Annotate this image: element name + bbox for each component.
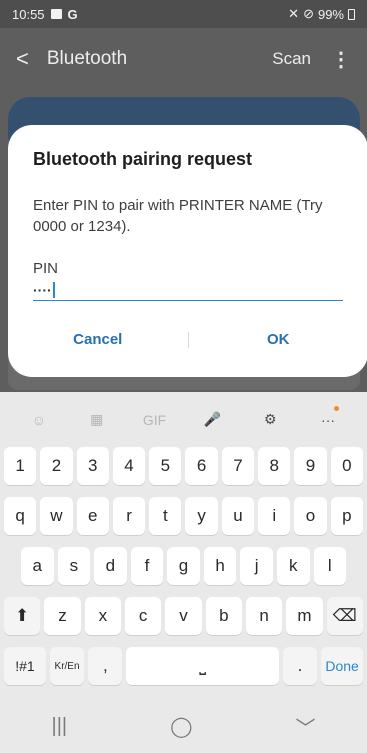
key-y[interactable]: y xyxy=(185,497,218,535)
ok-button[interactable]: OK xyxy=(189,325,367,354)
dialog-message: Enter PIN to pair with PRINTER NAME (Try… xyxy=(33,197,323,235)
emoji-icon[interactable]: ☺ xyxy=(24,412,54,428)
key-8[interactable]: 8 xyxy=(258,447,291,485)
pairing-dialog: Bluetooth pairing request Enter PIN to p… xyxy=(8,125,367,377)
home-icon[interactable]: ◯ xyxy=(170,714,192,739)
more-options-icon[interactable]: ⋮ xyxy=(331,47,351,72)
shift-key[interactable]: ⬆ xyxy=(4,597,41,635)
letter-row-3: ⬆ z x c v b n m ⌫ xyxy=(0,597,367,635)
comma-key[interactable]: , xyxy=(88,647,123,685)
page-title: Bluetooth xyxy=(46,48,128,69)
letter-row-2: a s d f g h j k l xyxy=(0,547,367,585)
key-9[interactable]: 9 xyxy=(294,447,327,485)
key-m[interactable]: m xyxy=(286,597,323,635)
key-0[interactable]: 0 xyxy=(330,447,363,485)
key-o[interactable]: o xyxy=(294,497,327,535)
key-r[interactable]: r xyxy=(112,497,146,535)
gallery-icon xyxy=(50,9,62,19)
key-h[interactable]: h xyxy=(203,547,237,585)
keyboard: ☺ ▦ GIF 🎤 ⚙ ··· 1 2 3 4 5 6 7 8 9 0 q w … xyxy=(0,392,367,753)
battery-percent: 99% xyxy=(317,6,344,22)
key-c[interactable]: c xyxy=(124,597,162,635)
navigation-bar: ||| ◯ ﹀ xyxy=(0,699,367,753)
key-k[interactable]: k xyxy=(276,547,310,585)
key-b[interactable]: b xyxy=(205,597,242,635)
key-6[interactable]: 6 xyxy=(185,447,218,485)
google-icon: G xyxy=(67,6,78,22)
key-j[interactable]: j xyxy=(240,547,273,585)
key-e[interactable]: e xyxy=(76,497,109,535)
symbols-key[interactable]: !#1 xyxy=(4,647,46,685)
key-w[interactable]: w xyxy=(40,497,73,535)
key-n[interactable]: n xyxy=(245,597,283,635)
dnd-icon: ⊘ xyxy=(303,6,314,21)
status-time: 10:55 xyxy=(12,6,45,22)
gif-icon[interactable]: GIF xyxy=(140,412,170,428)
back-icon[interactable]: < xyxy=(16,46,29,72)
key-2[interactable]: 2 xyxy=(40,447,73,485)
key-7[interactable]: 7 xyxy=(221,447,255,485)
key-a[interactable]: a xyxy=(21,547,54,585)
pin-input[interactable]: ···· xyxy=(33,279,343,301)
cancel-button[interactable]: Cancel xyxy=(8,325,188,354)
key-q[interactable]: q xyxy=(4,497,37,535)
app-bar: < Bluetooth Scan ⋮ xyxy=(0,28,367,90)
key-t[interactable]: t xyxy=(149,497,182,535)
space-key[interactable]: ⎵ xyxy=(126,647,279,685)
pin-value: ···· xyxy=(33,281,52,298)
done-key[interactable]: Done xyxy=(321,647,364,685)
key-d[interactable]: d xyxy=(94,547,127,585)
backspace-key[interactable]: ⌫ xyxy=(326,597,363,635)
key-g[interactable]: g xyxy=(167,547,200,585)
period-key[interactable]: . xyxy=(282,647,318,685)
number-row: 1 2 3 4 5 6 7 8 9 0 xyxy=(0,447,367,485)
key-s[interactable]: s xyxy=(57,547,91,585)
pin-label: PIN xyxy=(33,260,59,277)
key-1[interactable]: 1 xyxy=(4,447,37,485)
key-x[interactable]: x xyxy=(84,597,121,635)
recents-icon[interactable]: ||| xyxy=(52,715,68,738)
key-3[interactable]: 3 xyxy=(76,447,109,485)
key-5[interactable]: 5 xyxy=(149,447,182,485)
microphone-icon[interactable]: 🎤 xyxy=(197,411,227,428)
dialog-title: Bluetooth pairing request xyxy=(33,149,253,169)
key-i[interactable]: i xyxy=(258,497,291,535)
keyboard-toolbar: ☺ ▦ GIF 🎤 ⚙ ··· xyxy=(0,392,367,447)
back-nav-icon[interactable]: ﹀ xyxy=(295,712,315,741)
text-cursor xyxy=(52,281,55,298)
key-4[interactable]: 4 xyxy=(112,447,146,485)
more-tools-icon[interactable]: ··· xyxy=(313,405,343,428)
language-key[interactable]: Kr/En xyxy=(49,647,85,685)
key-l[interactable]: l xyxy=(313,547,347,585)
battery-icon xyxy=(348,8,355,20)
letter-row-1: q w e r t y u i o p xyxy=(0,497,367,535)
key-u[interactable]: u xyxy=(221,497,255,535)
mute-icon: ✕ xyxy=(288,6,300,21)
key-z[interactable]: z xyxy=(44,597,81,635)
settings-icon[interactable]: ⚙ xyxy=(255,411,285,428)
key-f[interactable]: f xyxy=(130,547,164,585)
scan-button[interactable]: Scan xyxy=(272,49,311,69)
status-bar: 10:55 G ✕ ⊘ 99% xyxy=(0,0,367,28)
key-p[interactable]: p xyxy=(330,497,363,535)
dialog-actions: Cancel OK xyxy=(8,325,367,354)
bottom-row: !#1 Kr/En , ⎵ . Done xyxy=(0,647,367,685)
key-v[interactable]: v xyxy=(165,597,202,635)
sticker-icon[interactable]: ▦ xyxy=(82,411,112,428)
